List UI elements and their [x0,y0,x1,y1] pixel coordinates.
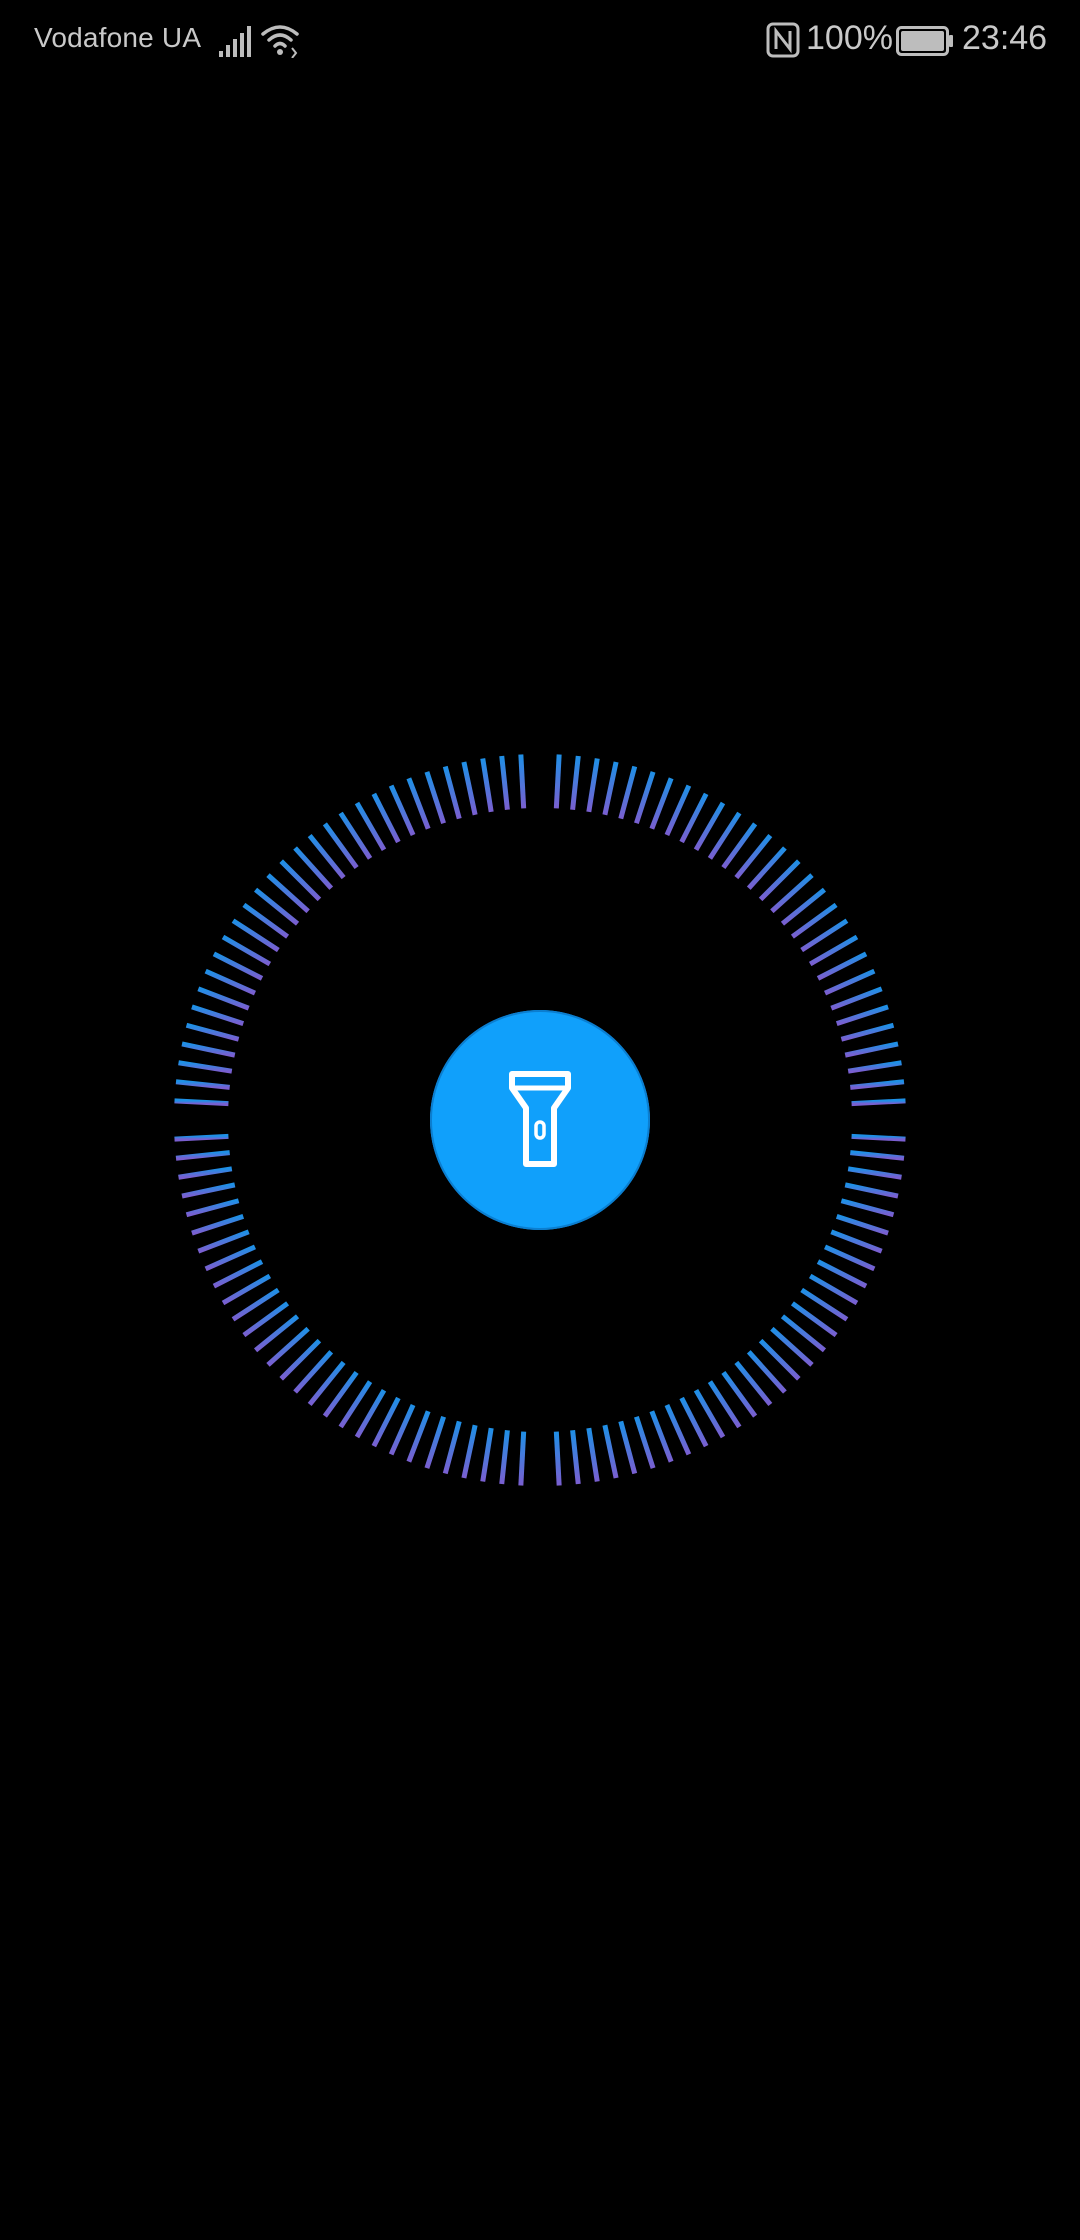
ring-tick [499,755,510,810]
ring-tick [835,1004,889,1026]
ring-tick [850,1150,905,1161]
flashlight-screen: Vodafone UA 100% 23:46 [0,0,1080,2240]
ring-tick [406,777,431,830]
ring-tick [586,1427,600,1482]
ring-tick [586,758,600,813]
ring-tick [424,1415,446,1469]
ring-tick [197,986,250,1011]
ring-tick [851,1098,906,1107]
ring-tick [844,1182,899,1199]
ring-tick [197,1229,250,1254]
ring-tick [847,1060,902,1074]
nfc-icon [766,22,800,58]
ring-tick [178,1166,233,1180]
wifi-icon [261,25,299,58]
ring-tick [824,1244,876,1272]
ring-tick [442,765,462,820]
ring-tick [406,1410,431,1463]
ring-tick [204,968,256,996]
ring-tick [649,777,674,830]
ring-tick [174,1098,229,1107]
ring-tick [191,1004,245,1026]
ring-tick [553,1431,562,1486]
ring-tick [618,765,638,820]
battery-icon [896,26,953,56]
ring-tick [388,784,416,836]
ring-tick [461,761,478,816]
clock: 23:46 [962,19,1048,57]
ring-tick [570,755,581,810]
ring-tick [553,754,562,809]
ring-tick [840,1022,895,1042]
ring-tick [174,1133,229,1142]
ring-tick [499,1430,510,1485]
ring-tick [847,1166,902,1180]
ring-tick [844,1041,899,1058]
ring-tick [634,1415,656,1469]
ring-tick [664,784,692,836]
flashlight-toggle-button[interactable] [430,1010,650,1230]
carrier-name: Vodafone UA [34,22,202,53]
ring-tick [824,968,876,996]
ring-tick [570,1430,581,1485]
status-bar: Vodafone UA 100% 23:46 [0,0,1080,84]
ring-tick [518,754,527,809]
ring-tick [664,1404,692,1456]
ring-tick [618,1420,638,1475]
ring-tick [480,1427,494,1482]
ring-tick [480,758,494,813]
ring-tick [388,1404,416,1456]
ring-tick [181,1182,236,1199]
ring-tick [191,1214,245,1236]
ring-tick [649,1410,674,1463]
ring-tick [634,771,656,825]
ring-tick [835,1214,889,1236]
battery-percent: 100% [806,19,893,57]
ring-tick [830,986,883,1011]
ring-tick [830,1229,883,1254]
ring-tick [424,771,446,825]
ring-tick [461,1424,478,1479]
ring-tick [204,1244,256,1272]
ring-tick [518,1431,527,1486]
ring-tick [185,1198,240,1218]
ring-tick [178,1060,233,1074]
ring-tick [840,1198,895,1218]
battery-fill [901,31,944,51]
ring-tick [175,1150,230,1161]
ring-tick [442,1420,462,1475]
cellular-signal-icon [219,26,251,57]
ring-tick [850,1079,905,1090]
flashlight-icon [509,1071,571,1167]
ring-tick [602,761,619,816]
ring-tick [185,1022,240,1042]
ring-tick [602,1424,619,1479]
ring-tick [181,1041,236,1058]
ring-tick [851,1133,906,1142]
ring-tick [175,1079,230,1090]
